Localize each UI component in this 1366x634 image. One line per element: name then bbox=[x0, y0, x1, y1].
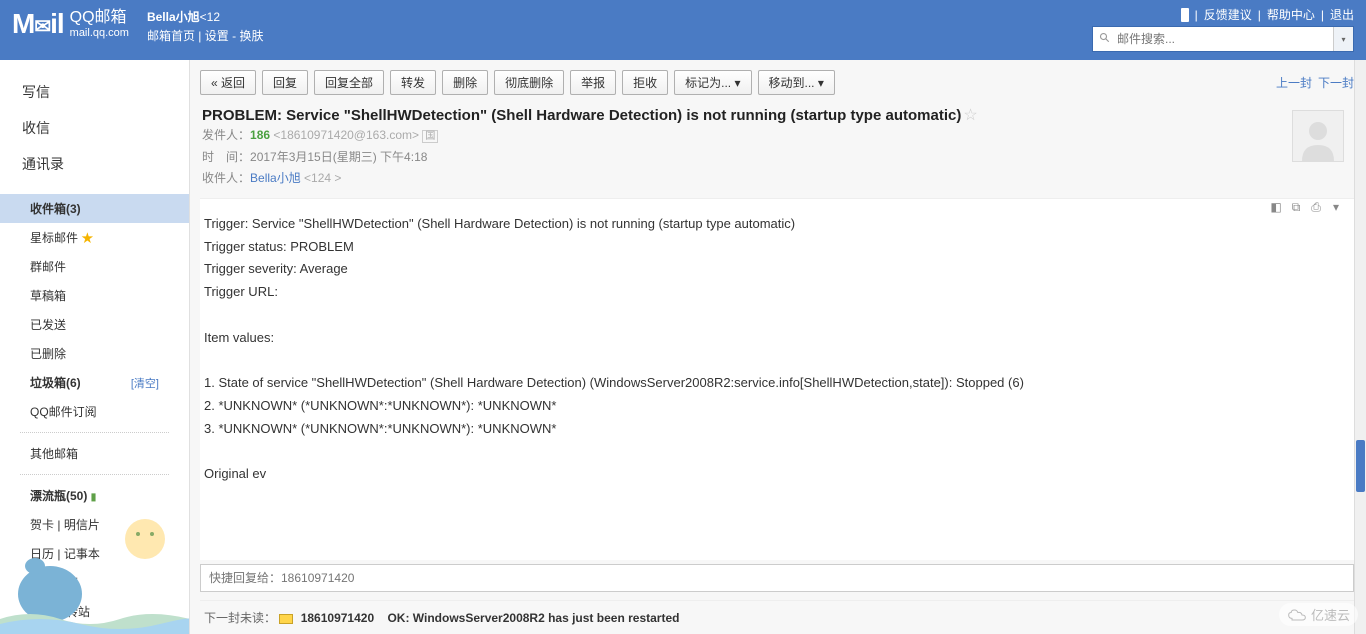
scrollbar-thumb[interactable] bbox=[1356, 440, 1365, 492]
feedback-link[interactable]: 反馈建议 bbox=[1204, 6, 1252, 23]
search-input[interactable] bbox=[1093, 27, 1333, 51]
logo-cn: QQ邮箱 bbox=[70, 8, 129, 27]
folder-trash[interactable]: 垃圾箱(6)[清空] bbox=[0, 368, 189, 397]
back-button[interactable]: « 返回 bbox=[200, 70, 256, 95]
folder-other[interactable]: 其他邮箱 bbox=[0, 439, 189, 468]
mail-actions: ◧ ⧉ ⎙ ▾ bbox=[1268, 200, 1344, 215]
to-label: 收件人： bbox=[202, 171, 250, 185]
logo[interactable]: M✉il QQ邮箱 mail.qq.com bbox=[12, 8, 129, 40]
header: M✉il QQ邮箱 mail.qq.com Bella小旭<12 邮箱首页 | … bbox=[0, 0, 1366, 60]
time-label: 时 间： bbox=[202, 150, 250, 164]
help-link[interactable]: 帮助中心 bbox=[1267, 6, 1315, 23]
prev-mail-link[interactable]: 上一封 bbox=[1276, 74, 1312, 91]
receive-button[interactable]: 收信 bbox=[0, 110, 189, 146]
next-subject: OK: WindowsServer2008R2 has just been re… bbox=[387, 611, 679, 625]
folder-readspace[interactable]: 阅读空间 bbox=[0, 626, 189, 634]
cert-icon[interactable]: 国 bbox=[422, 130, 438, 143]
mail-body: Trigger: Service "ShellHWDetection" (She… bbox=[200, 198, 1354, 560]
window-icon[interactable]: ◧ bbox=[1268, 200, 1284, 215]
delete-perm-button[interactable]: 彻底删除 bbox=[494, 70, 564, 95]
content: « 返回 回复 回复全部 转发 删除 彻底删除 举报 拒收 标记为... ▾ 移… bbox=[190, 60, 1366, 634]
watermark-text: 亿速云 bbox=[1311, 605, 1350, 624]
next-sender: 18610971420 bbox=[301, 611, 374, 625]
usermail-suffix: <12 bbox=[200, 10, 220, 24]
trash-empty-link[interactable]: [清空] bbox=[131, 375, 159, 391]
next-unread-label: 下一封未读： bbox=[204, 611, 276, 625]
time-value: 2017年3月15日(星期三) 下午4:18 bbox=[250, 150, 427, 164]
folder-attach[interactable]: 附件收藏 bbox=[0, 568, 189, 597]
mail-head: PROBLEM: Service "ShellHWDetection" (She… bbox=[200, 105, 1354, 198]
compose-label: 写信 bbox=[22, 82, 50, 102]
reply-all-button[interactable]: 回复全部 bbox=[314, 70, 384, 95]
exit-link[interactable]: 退出 bbox=[1330, 6, 1354, 23]
next-mail-bar[interactable]: 下一封未读： 18610971420 OK: WindowsServer2008… bbox=[200, 600, 1354, 634]
link-skin[interactable]: 换肤 bbox=[239, 29, 263, 43]
next-mail-link[interactable]: 下一封 bbox=[1318, 74, 1354, 91]
to-name[interactable]: Bella小旭 bbox=[250, 171, 301, 185]
scrollbar[interactable] bbox=[1354, 60, 1366, 634]
quick-reply bbox=[200, 564, 1354, 592]
search-icon bbox=[1099, 32, 1111, 44]
folder-inbox[interactable]: 收件箱(3) bbox=[0, 194, 189, 223]
to-addr: <124 > bbox=[304, 171, 341, 185]
print-icon[interactable]: ⎙ bbox=[1308, 200, 1324, 215]
quick-reply-input[interactable] bbox=[200, 564, 1354, 592]
contacts-label: 通讯录 bbox=[22, 154, 64, 174]
folder-group[interactable]: 群邮件 bbox=[0, 252, 189, 281]
envelope-icon bbox=[279, 614, 293, 624]
forward-button[interactable]: 转发 bbox=[390, 70, 436, 95]
compose-button[interactable]: 写信 bbox=[0, 74, 189, 110]
delete-button[interactable]: 删除 bbox=[442, 70, 488, 95]
folder-cards[interactable]: 贺卡 | 明信片 bbox=[0, 510, 189, 539]
search-bar: ▾ bbox=[1092, 26, 1354, 52]
folder-filestation[interactable]: 文件中转站 bbox=[0, 597, 189, 626]
folder-drift[interactable]: 漂流瓶(50) ▮ bbox=[0, 481, 189, 510]
mail-subject: PROBLEM: Service "ShellHWDetection" (She… bbox=[202, 107, 961, 124]
spam-button[interactable]: 举报 bbox=[570, 70, 616, 95]
folder-list: 收件箱(3) 星标邮件 ★ 群邮件 草稿箱 已发送 已删除 垃圾箱(6)[清空]… bbox=[0, 194, 189, 634]
popup-icon[interactable]: ⧉ bbox=[1288, 200, 1304, 215]
contacts-button[interactable]: 通讯录 bbox=[0, 146, 189, 182]
search-dropdown[interactable]: ▾ bbox=[1333, 27, 1353, 51]
reject-button[interactable]: 拒收 bbox=[622, 70, 668, 95]
phone-icon[interactable] bbox=[1181, 8, 1189, 22]
link-home[interactable]: 邮箱首页 bbox=[147, 29, 195, 43]
cloud-icon bbox=[1287, 608, 1307, 622]
watermark: 亿速云 bbox=[1279, 603, 1358, 626]
link-settings[interactable]: 设置 bbox=[205, 29, 229, 43]
folder-calendar[interactable]: 日历 | 记事本 bbox=[0, 539, 189, 568]
folder-subscribe[interactable]: QQ邮件订阅 bbox=[0, 397, 189, 426]
user-info: Bella小旭<12 邮箱首页 | 设置 - 换肤 bbox=[147, 8, 264, 46]
from-label: 发件人： bbox=[202, 128, 250, 142]
from-addr: <18610971420@163.com> bbox=[273, 128, 419, 142]
star-icon[interactable]: ☆ bbox=[963, 107, 977, 124]
toolbar: « 返回 回复 回复全部 转发 删除 彻底删除 举报 拒收 标记为... ▾ 移… bbox=[200, 70, 1354, 95]
receive-label: 收信 bbox=[22, 118, 50, 138]
avatar[interactable] bbox=[1292, 110, 1344, 162]
folder-sent[interactable]: 已发送 bbox=[0, 310, 189, 339]
folder-starred[interactable]: 星标邮件 ★ bbox=[0, 223, 189, 252]
logo-main: M✉il bbox=[12, 8, 64, 40]
more-icon[interactable]: ▾ bbox=[1328, 200, 1344, 215]
username: Bella小旭 bbox=[147, 10, 200, 24]
move-button[interactable]: 移动到... ▾ bbox=[758, 70, 835, 95]
reply-button[interactable]: 回复 bbox=[262, 70, 308, 95]
from-name[interactable]: 186 bbox=[250, 128, 270, 142]
mark-button[interactable]: 标记为... ▾ bbox=[674, 70, 751, 95]
sidebar: 写信 收信 通讯录 收件箱(3) 星标邮件 ★ 群邮件 草稿箱 已发送 已删除 … bbox=[0, 60, 190, 634]
folder-deleted[interactable]: 已删除 bbox=[0, 339, 189, 368]
folder-drafts[interactable]: 草稿箱 bbox=[0, 281, 189, 310]
top-links: | 反馈建议 | 帮助中心 | 退出 bbox=[1181, 6, 1354, 23]
logo-sub: mail.qq.com bbox=[70, 27, 129, 40]
bottle-icon: ▮ bbox=[91, 492, 97, 503]
